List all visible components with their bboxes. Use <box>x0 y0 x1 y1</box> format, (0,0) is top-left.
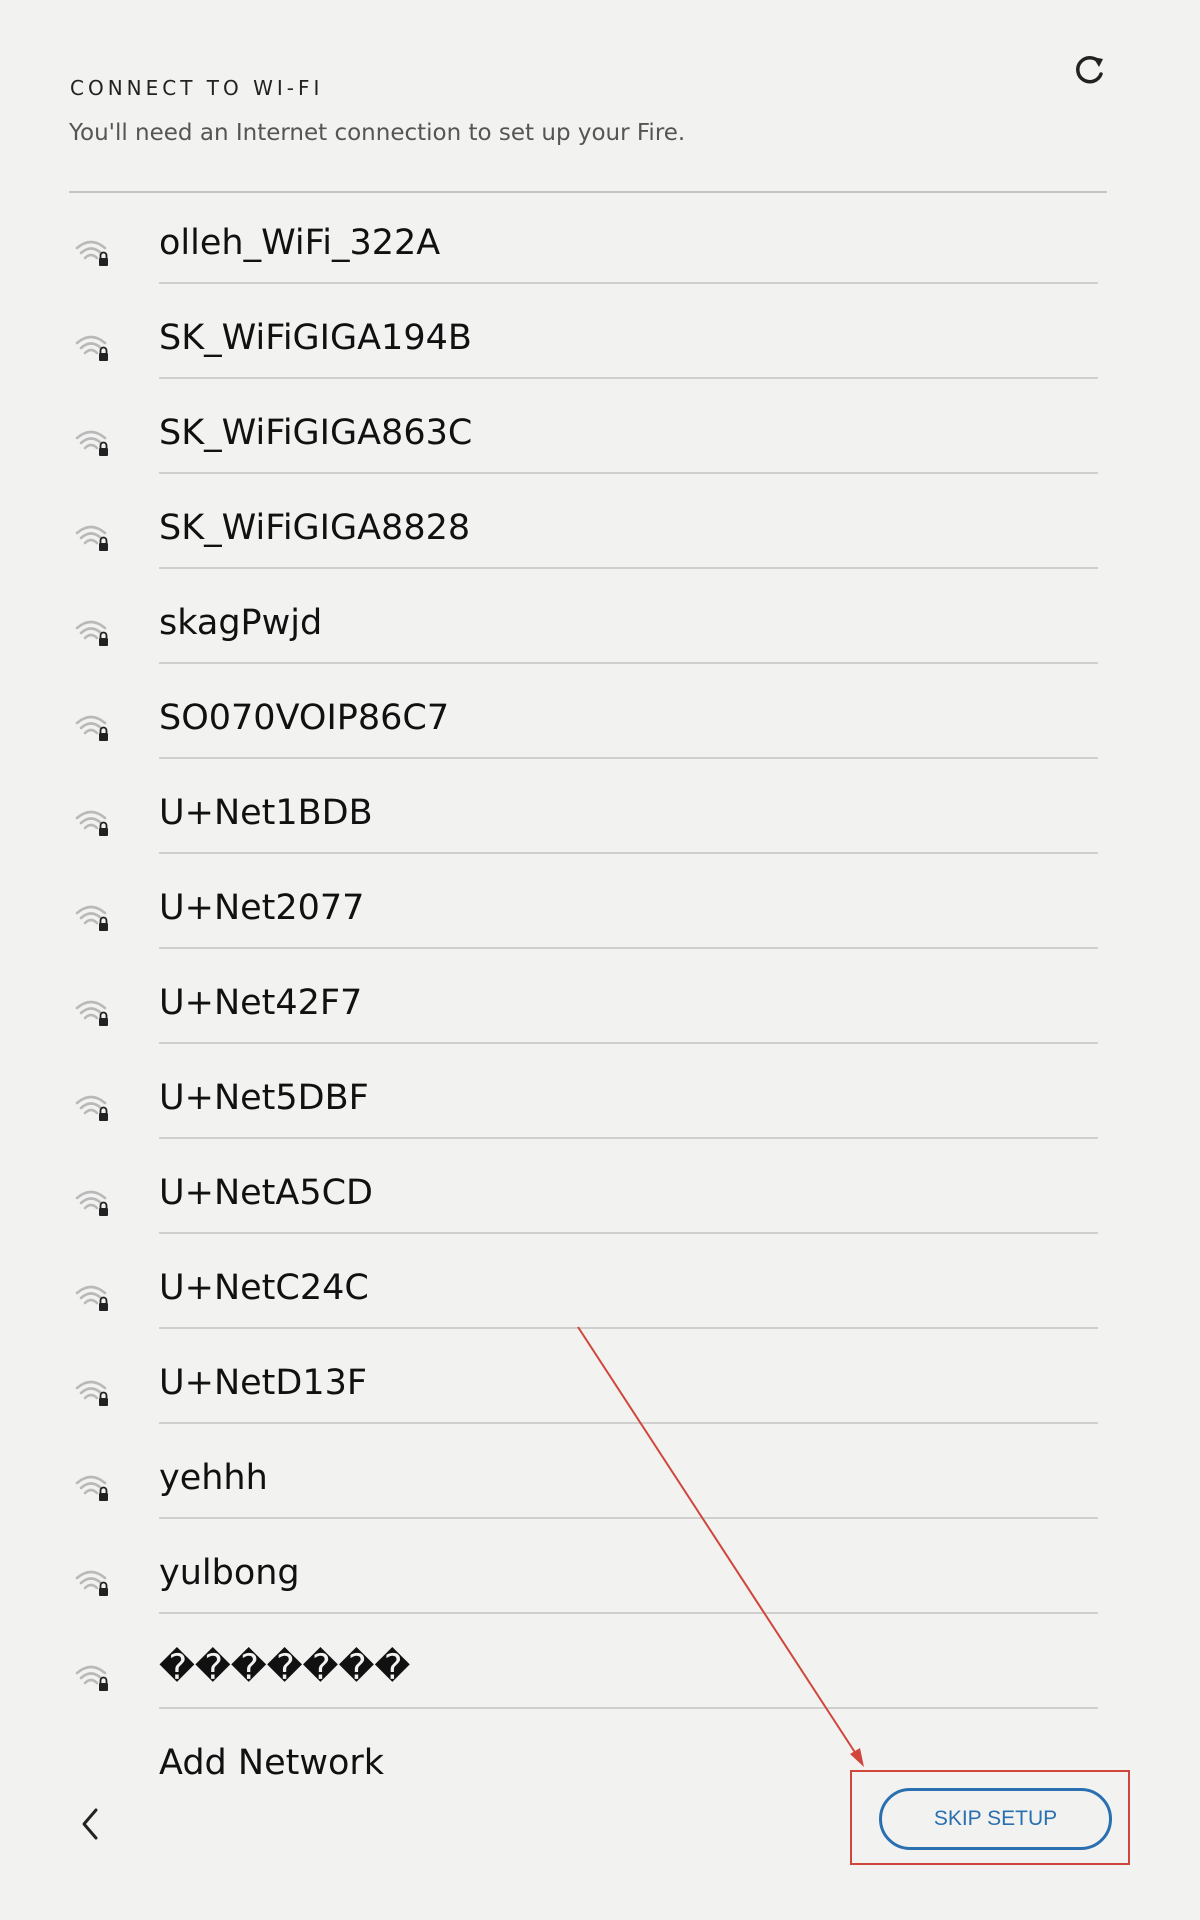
row-divider <box>159 852 1098 854</box>
wifi-lock-icon <box>75 620 108 646</box>
row-divider <box>159 567 1098 569</box>
network-row[interactable]: U+Net42F7 <box>0 953 1200 1048</box>
network-row[interactable]: U+Net5DBF <box>0 1048 1200 1143</box>
network-list: olleh_WiFi_322A SK_WiFiGIGA194B SK_WiFiG… <box>0 193 1200 1775</box>
refresh-icon <box>1076 55 1103 84</box>
row-divider <box>159 1422 1098 1424</box>
network-row[interactable]: olleh_WiFi_322A <box>0 193 1200 288</box>
network-name: SK_WiFiGIGA8828 <box>159 508 471 548</box>
back-button[interactable] <box>70 1800 110 1848</box>
wifi-lock-icon <box>75 810 108 836</box>
row-divider <box>159 1612 1098 1614</box>
network-row[interactable]: U+NetC24C <box>0 1238 1200 1333</box>
wifi-lock-icon <box>75 240 108 266</box>
network-name: ������� <box>159 1648 411 1688</box>
network-name: yehhh <box>159 1458 268 1498</box>
network-name: U+NetC24C <box>159 1268 369 1308</box>
row-divider <box>159 662 1098 664</box>
network-name: U+NetD13F <box>159 1363 368 1403</box>
network-row[interactable]: SK_WiFiGIGA863C <box>0 383 1200 478</box>
row-divider <box>159 757 1098 759</box>
wifi-lock-icon <box>75 1475 108 1501</box>
network-name: SK_WiFiGIGA194B <box>159 318 472 358</box>
network-row[interactable]: skagPwjd <box>0 573 1200 668</box>
network-name: U+Net1BDB <box>159 793 373 833</box>
row-divider <box>159 1517 1098 1519</box>
row-divider <box>159 1042 1098 1044</box>
row-divider <box>159 282 1098 284</box>
add-network-row[interactable]: + Add Network <box>0 1713 1200 1775</box>
row-divider <box>159 472 1098 474</box>
row-divider <box>159 377 1098 379</box>
wifi-lock-icon <box>75 1570 108 1596</box>
network-row[interactable]: U+NetD13F <box>0 1333 1200 1428</box>
network-row[interactable]: SK_WiFiGIGA194B <box>0 288 1200 383</box>
wifi-lock-icon <box>75 430 108 456</box>
network-row[interactable]: U+NetA5CD <box>0 1143 1200 1238</box>
network-name: U+NetA5CD <box>159 1173 373 1213</box>
network-name: U+Net5DBF <box>159 1078 369 1118</box>
network-row[interactable]: SO070VOIP86C7 <box>0 668 1200 763</box>
skip-setup-button[interactable]: SKIP SETUP <box>879 1788 1112 1850</box>
row-divider <box>159 1137 1098 1139</box>
row-divider <box>159 1327 1098 1329</box>
network-name: yulbong <box>159 1553 300 1593</box>
wifi-lock-icon <box>75 1095 108 1121</box>
network-row[interactable]: SK_WiFiGIGA8828 <box>0 478 1200 573</box>
row-divider <box>159 947 1098 949</box>
chevron-left-icon <box>82 1808 98 1840</box>
wifi-lock-icon <box>75 1285 108 1311</box>
network-name: U+Net42F7 <box>159 983 363 1023</box>
page-title: CONNECT TO WI-FI <box>70 76 324 100</box>
wifi-lock-icon <box>75 1000 108 1026</box>
network-name: olleh_WiFi_322A <box>159 223 441 263</box>
network-row[interactable]: ������� <box>0 1618 1200 1713</box>
wifi-lock-icon <box>75 715 108 741</box>
network-name: skagPwjd <box>159 603 323 643</box>
network-name: SK_WiFiGIGA863C <box>159 413 473 453</box>
row-divider <box>159 1707 1098 1709</box>
wifi-lock-icon <box>75 905 108 931</box>
wifi-lock-icon <box>75 1665 108 1691</box>
page-subtitle: You'll need an Internet connection to se… <box>69 120 686 146</box>
wifi-lock-icon <box>75 335 108 361</box>
refresh-button[interactable] <box>1066 47 1112 93</box>
plus-icon: + <box>82 1767 107 1775</box>
network-row[interactable]: U+Net1BDB <box>0 763 1200 858</box>
network-name: SO070VOIP86C7 <box>159 698 450 738</box>
wifi-lock-icon <box>75 1190 108 1216</box>
row-divider <box>159 1232 1098 1234</box>
wifi-lock-icon <box>75 1380 108 1406</box>
network-row[interactable]: yehhh <box>0 1428 1200 1523</box>
network-row[interactable]: yulbong <box>0 1523 1200 1618</box>
network-list-viewport[interactable]: olleh_WiFi_322A SK_WiFiGIGA194B SK_WiFiG… <box>0 193 1200 1775</box>
add-network-label: Add Network <box>159 1743 385 1775</box>
wifi-lock-icon <box>75 525 108 551</box>
network-row[interactable]: U+Net2077 <box>0 858 1200 953</box>
network-name: U+Net2077 <box>159 888 365 928</box>
